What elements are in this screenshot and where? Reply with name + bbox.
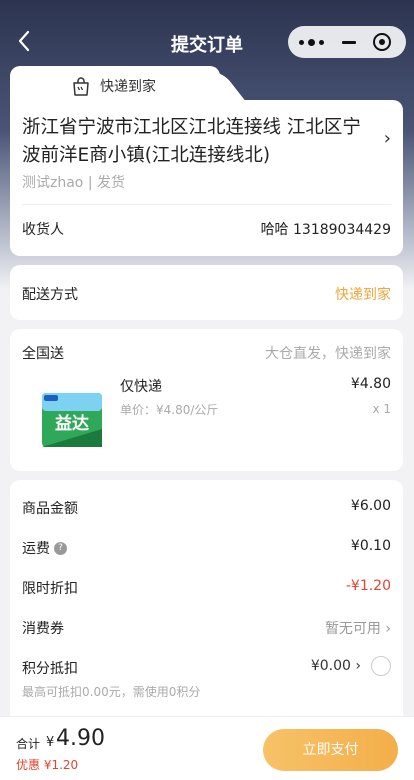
address-text: 浙江省宁波市江北区江北连接线 江北区宁波前洋E商小镇(江北连接线北): [22, 117, 361, 166]
goods-card: 全国送 大仓直发，快递到家 益达 仅快递 单价：¥4.80/公斤 ¥4.80 x…: [10, 329, 403, 471]
freight-value: ¥0.10: [350, 538, 391, 554]
goods-name: 仅快递: [120, 379, 162, 395]
minimize-button[interactable]: [334, 26, 364, 58]
shipping-label: 配送方式: [22, 287, 78, 303]
recipient-label: 收货人: [22, 222, 64, 238]
miniprogram-capsule: [288, 26, 406, 58]
address-card[interactable]: 浙江省宁波市江北区江北连接线 江北区宁波前洋E商小镇(江北连接线北) › 测试z…: [10, 100, 403, 256]
product-image-text: 益达: [55, 413, 89, 434]
goods-amount-row: 商品金额 ¥6.00: [22, 498, 391, 520]
freight-row: 运费 ? ¥0.10: [22, 538, 391, 560]
goods-amount-label: 商品金额: [22, 501, 78, 517]
more-button[interactable]: [288, 26, 334, 58]
question-icon[interactable]: ?: [54, 541, 67, 555]
divider: [22, 204, 391, 205]
chevron-right-icon: ›: [383, 128, 391, 149]
dot-icon: [307, 38, 315, 46]
points-label: 积分抵扣: [22, 661, 78, 677]
points-note: 最高可抵扣0.00元，需使用0积分: [22, 685, 201, 699]
total-label: 合计: [16, 737, 41, 751]
points-row: 积分抵扣 ¥0.00 ›: [22, 656, 391, 680]
product-image: 益达: [42, 393, 102, 447]
goods-amount-value: ¥6.00: [350, 498, 391, 514]
goods-unit-price: 单价：¥4.80/公斤: [120, 403, 219, 417]
recipient-value: 哈哈 13189034429: [260, 222, 391, 238]
flash-discount-row: 限时折扣 -¥1.20: [22, 578, 391, 600]
goods-price: ¥4.80: [350, 376, 391, 392]
total-currency: ¥: [46, 735, 55, 750]
close-button[interactable]: [364, 26, 400, 58]
address-sub: 测试zhao | 发货: [22, 175, 125, 191]
delivery-tab-label: 快递到家: [100, 79, 156, 95]
checkout-bar: 合计 ¥ 4.90 优惠 ¥1.20 立即支付: [0, 716, 414, 780]
pay-button[interactable]: 立即支付: [263, 729, 398, 771]
dot-icon: [318, 39, 324, 45]
delivery-tab-content: 快递到家: [72, 76, 156, 96]
target-icon: [373, 33, 391, 51]
points-toggle[interactable]: [371, 656, 391, 676]
coupon-label: 消费券: [22, 621, 64, 637]
summary-card: 商品金额 ¥6.00 运费 ? ¥0.10 限时折扣 -¥1.20 消费券 暂无…: [10, 480, 403, 720]
coupon-row[interactable]: 消费券 暂无可用 ›: [22, 618, 391, 640]
dot-icon: [298, 39, 304, 45]
goods-header: 全国送: [22, 346, 64, 362]
bag-icon: [73, 76, 89, 96]
flash-label: 限时折扣: [22, 581, 78, 597]
flash-value: -¥1.20: [345, 578, 391, 594]
freight-label-wrap: 运费 ?: [22, 538, 67, 558]
coupon-value: 暂无可用 ›: [324, 621, 391, 637]
minus-icon: [342, 40, 356, 44]
shipping-card[interactable]: 配送方式 快递到家: [10, 265, 403, 320]
discount-text: 优惠 ¥1.20: [16, 758, 79, 772]
points-value[interactable]: ¥0.00 ›: [311, 658, 361, 674]
total-value: 4.90: [56, 726, 105, 751]
freight-label: 运费: [22, 541, 50, 557]
shipping-value: 快递到家: [335, 287, 391, 303]
goods-qty: x 1: [372, 402, 391, 416]
goods-tip: 大仓直发，快递到家: [265, 346, 391, 362]
